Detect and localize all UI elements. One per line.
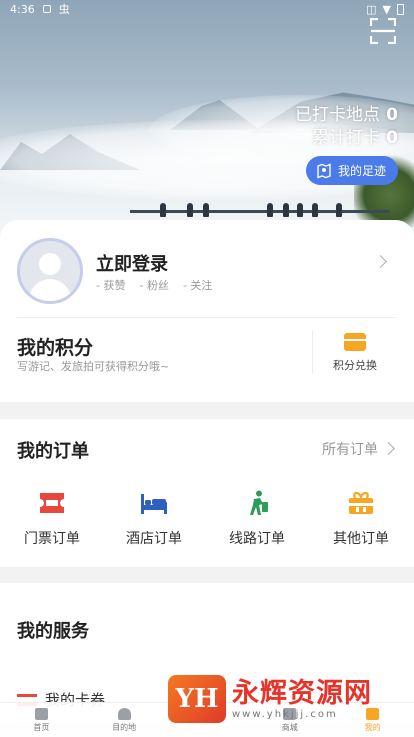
follow-label: 关注 [190, 279, 213, 292]
points-title: 我的积分 [17, 337, 94, 359]
my-footprint-label: 我的足迹 [337, 164, 386, 178]
hotel-orders-button[interactable]: 酒店订单 [109, 490, 199, 548]
orders-title: 我的订单 [17, 441, 89, 462]
tab-destination[interactable]: 目的地 [83, 703, 166, 737]
map-pin-icon [317, 162, 331, 179]
notification-icon [42, 5, 51, 13]
points-exchange-label: 积分兑换 [333, 359, 377, 372]
tourist [187, 203, 193, 217]
tab-shop-label: 商城 [281, 722, 298, 732]
likes-label: 获赞 [103, 279, 126, 292]
likes-stat: - 获赞 [96, 279, 126, 292]
tourist [297, 203, 303, 217]
watermark-text: 永辉资源网 www.yhkjjj.com [232, 677, 372, 720]
route-orders-label: 线路订单 [229, 531, 285, 547]
hotel-orders-label: 酒店订单 [126, 531, 182, 547]
scan-icon[interactable] [370, 18, 396, 44]
ticket-orders-label: 门票订单 [24, 531, 80, 547]
tab-home-label: 首页 [33, 722, 50, 732]
watermark-name: 永辉资源网 [232, 677, 372, 709]
tourist [267, 203, 273, 217]
profile-meta: - 获赞 - 粉丝 - 关注 [96, 277, 212, 293]
tourist [312, 203, 318, 217]
wifi-icon: ▼ [382, 2, 391, 16]
railing [130, 210, 390, 213]
points-subtitle: 写游记、发旅拍可获得积分哦~ [17, 360, 170, 373]
watermark: YH 永辉资源网 www.yhkjjj.com [168, 675, 372, 723]
status-time: 4:36 [10, 2, 35, 16]
gift-icon [349, 491, 373, 514]
fans-label: 粉丝 [146, 279, 169, 292]
login-button[interactable]: 立即登录 [96, 250, 168, 276]
avatar-head [39, 253, 61, 275]
tab-home[interactable]: 首页 [0, 703, 83, 737]
checkin-places-label: 已打卡地点 [295, 105, 380, 125]
fans-stat: - 粉丝 [139, 279, 169, 292]
divider [312, 330, 313, 374]
tab-destination-label: 目的地 [112, 722, 137, 732]
home-icon [34, 707, 48, 720]
points-exchange-button[interactable]: 积分兑换 [322, 333, 388, 373]
checkin-places-count: 0 [386, 105, 398, 125]
other-orders-label: 其他订单 [333, 531, 389, 547]
services-title: 我的服务 [17, 621, 89, 642]
bed-icon [141, 494, 167, 514]
battery-icon [397, 3, 404, 15]
tourist [283, 203, 289, 217]
ticket-icon [40, 493, 64, 513]
route-orders-button[interactable]: 线路订单 [212, 490, 302, 548]
watermark-url: www.yhkjjj.com [232, 708, 338, 720]
destination-icon [117, 707, 131, 720]
follow-stat: - 关注 [182, 279, 213, 292]
avatar-body [29, 279, 71, 301]
total-checkins-label: 累计打卡 [312, 128, 380, 148]
my-footprint-button[interactable]: 我的足迹 [305, 156, 398, 185]
checkin-stats: 已打卡地点 0 累计打卡 0 [295, 104, 398, 150]
vibrate-icon: ◫ [366, 2, 377, 16]
other-orders-button[interactable]: 其他订单 [316, 490, 406, 548]
wallet-icon [344, 333, 366, 351]
divider [17, 317, 397, 318]
traveler-icon [250, 490, 268, 515]
status-bar: 4:36 虫 ◫ ▼ [0, 0, 414, 18]
tourist [160, 203, 166, 217]
tourist [203, 203, 209, 217]
watermark-logo: YH [168, 675, 226, 723]
avatar[interactable] [17, 238, 83, 304]
ticket-orders-button[interactable]: 门票订单 [7, 490, 97, 548]
tourist [336, 203, 342, 217]
tab-profile-label: 我的 [364, 722, 381, 732]
total-checkins-count: 0 [386, 128, 398, 148]
all-orders-link[interactable]: 所有订单 [322, 439, 378, 459]
notification-bug-icon: 虫 [58, 3, 70, 16]
